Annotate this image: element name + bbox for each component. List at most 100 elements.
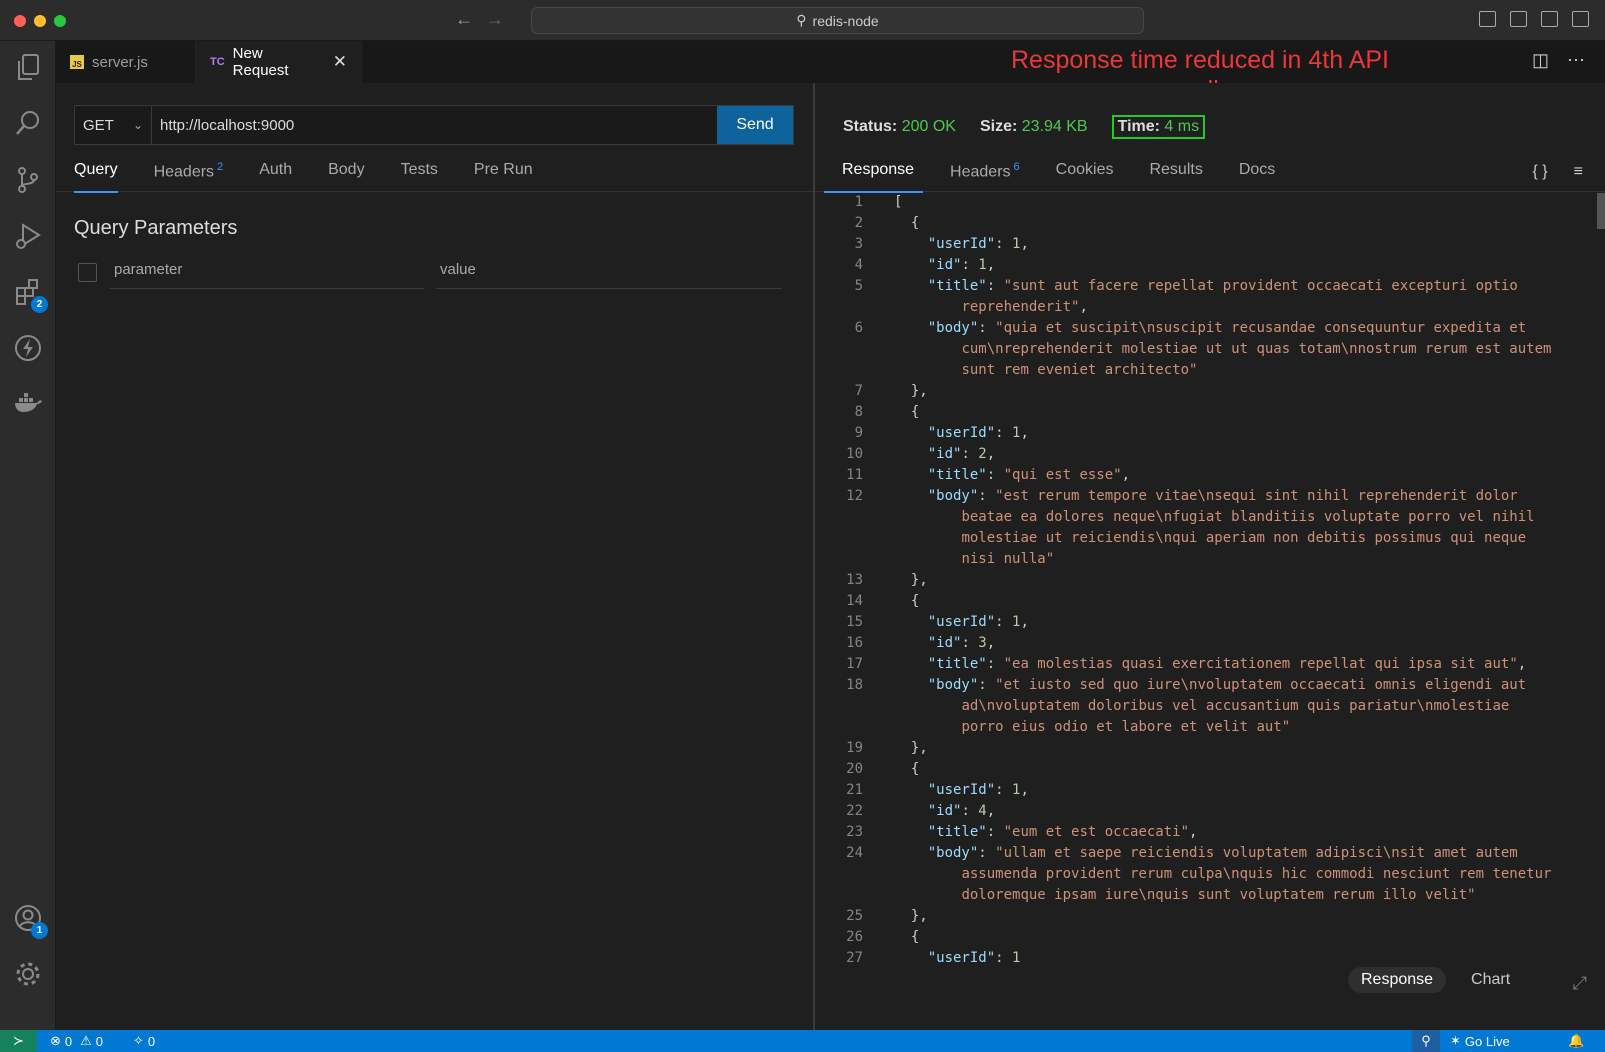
json-punctuation: : <box>995 614 1013 630</box>
tab-cookies[interactable]: Cookies <box>1038 161 1132 192</box>
tab-pre-run[interactable]: Pre Run <box>456 161 551 192</box>
back-arrow-icon[interactable]: ← <box>455 9 473 30</box>
url-input[interactable]: http://localhost:9000 <box>152 106 717 144</box>
json-punctuation <box>894 488 928 504</box>
ports-indicator[interactable]: ✧ 0 <box>133 1033 155 1049</box>
json-punctuation <box>894 236 928 252</box>
tab-label: Headers <box>153 163 215 181</box>
editor-actions: ◫ ⋯ <box>1532 50 1585 71</box>
toggle-primary-sidebar-icon[interactable] <box>1479 11 1496 27</box>
toggle-secondary-sidebar-icon[interactable] <box>1541 11 1558 27</box>
code-text: "userId": 1, <box>894 423 1589 444</box>
json-string: "eum et est occaecati" <box>1003 824 1190 840</box>
source-control-icon[interactable] <box>12 165 44 197</box>
view-response-button[interactable]: Response <box>1348 967 1447 993</box>
expand-icon[interactable]: ⤢ <box>1573 973 1587 994</box>
word-wrap-icon[interactable]: ≡ <box>1574 163 1583 181</box>
line-number: 25 <box>846 908 863 924</box>
maximize-window-button[interactable] <box>54 15 66 27</box>
go-live-label: Go Live <box>1464 1033 1510 1049</box>
request-bar: GET ⌄ http://localhost:9000 Send <box>74 105 794 145</box>
json-punctuation: : <box>986 824 1004 840</box>
customize-layout-icon[interactable] <box>1572 11 1589 27</box>
error-count: 0 <box>64 1033 73 1049</box>
response-body-editor[interactable]: 1[2 {3 "userId": 1, 4 "id": 1, 5 "title": … <box>815 192 1589 962</box>
forward-arrow-icon[interactable]: → <box>486 9 504 30</box>
json-punctuation: : <box>961 257 979 273</box>
code-text: "title": "ea molestias quasi exercitatio… <box>894 654 1589 675</box>
line-number: 14 <box>846 593 863 609</box>
param-name-input[interactable]: parameter <box>110 261 424 289</box>
tab-headers[interactable]: Headers 2 <box>136 161 242 192</box>
json-punctuation: : <box>961 635 979 651</box>
tab-results[interactable]: Results <box>1131 161 1220 192</box>
status-stat: Status: 200 OK <box>843 118 956 136</box>
tab-new-request[interactable]: TC New Request ✕ <box>196 41 362 83</box>
tab-auth[interactable]: Auth <box>241 161 310 192</box>
tab-label: Body <box>328 161 365 178</box>
json-punctuation: , <box>1121 467 1131 483</box>
tab-query[interactable]: Query <box>56 161 136 193</box>
format-json-icon[interactable]: { } <box>1533 163 1548 181</box>
notifications-bell-icon[interactable]: 🔔 <box>1568 1033 1584 1049</box>
search-icon[interactable] <box>12 109 44 141</box>
search-icon: ⚲ <box>796 12 807 28</box>
close-tab-icon[interactable]: ✕ <box>333 52 347 72</box>
method-select[interactable]: GET ⌄ <box>75 106 152 144</box>
problems-indicator[interactable]: ⊗ 0 ⚠ 0 <box>50 1033 103 1049</box>
json-punctuation: : <box>961 446 979 462</box>
view-chart-button[interactable]: Chart <box>1458 967 1523 993</box>
docker-icon[interactable] <box>12 389 44 421</box>
json-key: "title" <box>927 824 987 840</box>
json-key: "body" <box>927 320 979 336</box>
tab-response[interactable]: Response <box>815 161 932 193</box>
line-number: 22 <box>846 803 863 819</box>
close-window-button[interactable] <box>14 15 26 27</box>
settings-gear-icon[interactable] <box>12 959 44 991</box>
code-text: "title": "eum et est occaecati", <box>894 822 1589 843</box>
go-live-button[interactable]: ✶ Go Live <box>1450 1033 1510 1049</box>
code-line: 6 "body": "quia et suscipit\nsuscipit re… <box>815 318 1589 381</box>
line-number: 18 <box>846 677 863 693</box>
json-punctuation: }, <box>894 572 928 588</box>
code-line: 12 "body": "est rerum tempore vitae\nseq… <box>815 486 1589 570</box>
line-number: 7 <box>854 383 863 399</box>
thunder-client-icon[interactable] <box>12 333 44 365</box>
toggle-panel-icon[interactable] <box>1510 11 1527 27</box>
command-center-search[interactable]: ⚲ redis-node <box>531 7 1144 34</box>
zoom-icon[interactable]: ⚲ <box>1412 1030 1440 1052</box>
accounts-icon[interactable]: 1 <box>12 903 48 939</box>
send-button[interactable]: Send <box>717 106 793 144</box>
tab-server-js[interactable]: JS server.js <box>56 41 196 83</box>
more-actions-icon[interactable]: ⋯ <box>1567 50 1585 71</box>
line-number: 11 <box>846 467 863 483</box>
code-line: 14 { <box>815 591 1589 612</box>
line-number: 13 <box>846 572 863 588</box>
split-editor-icon[interactable]: ◫ <box>1532 50 1549 71</box>
code-line: 1[ <box>815 192 1589 213</box>
run-debug-icon[interactable] <box>12 221 44 253</box>
tab-tests[interactable]: Tests <box>383 161 456 192</box>
extensions-icon[interactable]: 2 <box>12 277 48 313</box>
tab-docs[interactable]: Docs <box>1221 161 1293 192</box>
remote-indicator-icon[interactable]: ≻ <box>0 1030 37 1052</box>
tab-label: Pre Run <box>473 161 533 178</box>
code-line: 27 "userId": 1 <box>815 948 1589 962</box>
scrollbar-thumb[interactable] <box>1597 193 1605 229</box>
tab-response-headers[interactable]: Headers 6 <box>932 161 1038 192</box>
json-punctuation: , <box>986 446 996 462</box>
json-punctuation <box>894 950 928 962</box>
explorer-icon[interactable] <box>12 53 44 85</box>
param-enable-checkbox[interactable] <box>78 263 97 282</box>
chevron-down-icon: ⌄ <box>132 118 143 132</box>
line-number: 3 <box>854 236 863 252</box>
line-number: 27 <box>846 950 863 962</box>
headers-count: 2 <box>217 161 224 173</box>
json-punctuation: { <box>894 593 920 609</box>
param-value-input[interactable]: value <box>436 261 782 289</box>
tab-body[interactable]: Body <box>310 161 382 192</box>
json-key: "id" <box>927 446 962 462</box>
json-punctuation <box>894 614 928 630</box>
code-text: "body": "est rerum tempore vitae\nsequi … <box>894 486 1589 570</box>
minimize-window-button[interactable] <box>34 15 46 27</box>
